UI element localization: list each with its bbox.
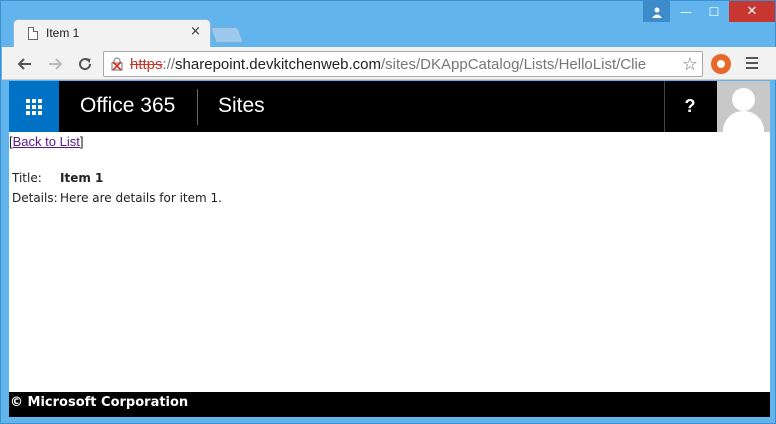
back-button[interactable]: [14, 53, 36, 75]
url-path: /sites/DKAppCatalog/Lists/HelloList/Clie: [381, 56, 647, 73]
forward-button[interactable]: [44, 53, 66, 75]
tab-close-icon[interactable]: ×: [190, 24, 201, 39]
minimize-button[interactable]: —: [673, 1, 699, 22]
detail-row-title: Title: Item 1: [12, 171, 222, 191]
details-label: Details:: [12, 191, 58, 205]
browser-toolbar: https://sharepoint.devkitchenweb.com/sit…: [2, 47, 776, 80]
arrow-left-icon: [17, 58, 31, 70]
reload-icon: [79, 58, 92, 71]
close-window-button[interactable]: ✕: [729, 1, 775, 22]
back-to-list-link[interactable]: Back to List: [13, 134, 80, 149]
brand-title[interactable]: Office 365: [80, 94, 175, 118]
avatar[interactable]: [717, 81, 770, 132]
insecure-lock-icon: [111, 57, 123, 71]
address-bar[interactable]: https://sharepoint.devkitchenweb.com/sit…: [103, 51, 703, 77]
arrow-right-icon: [49, 58, 63, 70]
page-viewport: Office 365 Sites ? [Back to List] Title:…: [9, 81, 770, 417]
user-profile-button[interactable]: [643, 1, 670, 22]
tab-title: Item 1: [46, 26, 80, 40]
new-tab-button[interactable]: [210, 27, 244, 43]
browser-menu-icon[interactable]: [746, 57, 758, 69]
detail-row-details: Details: Here are details for item 1.: [12, 191, 222, 211]
office-suite-bar: Office 365 Sites ?: [9, 81, 770, 132]
browser-tab[interactable]: Item 1 ×: [13, 19, 211, 47]
sites-link[interactable]: Sites: [218, 94, 265, 118]
page-icon: [28, 27, 38, 40]
url-text: https://sharepoint.devkitchenweb.com/sit…: [130, 56, 646, 73]
title-label: Title:: [12, 171, 42, 185]
url-host: sharepoint.devkitchenweb.com: [175, 56, 381, 73]
back-to-list: [Back to List]: [9, 134, 84, 149]
app-launcher-icon[interactable]: [9, 81, 59, 132]
help-button[interactable]: ?: [665, 81, 715, 132]
title-value: Item 1: [60, 171, 104, 185]
item-details: Title: Item 1 Details: Here are details …: [12, 171, 222, 211]
url-separator: ://: [162, 56, 176, 73]
details-value: Here are details for item 1.: [60, 191, 222, 205]
divider: [197, 89, 198, 125]
person-icon: [732, 88, 755, 111]
extension-icon[interactable]: [711, 54, 731, 74]
user-icon: [651, 7, 662, 18]
browser-window: Item 1 × — ☐ ✕ https://sharepoint.devkit…: [0, 0, 776, 424]
reload-button[interactable]: [74, 53, 96, 75]
bookmark-star-icon[interactable]: ☆: [682, 54, 698, 75]
maximize-button[interactable]: ☐: [701, 1, 727, 22]
page-footer: © Microsoft Corporation: [9, 392, 770, 417]
tab-strip: Item 1 × — ☐ ✕: [1, 1, 776, 47]
url-scheme: https: [130, 56, 163, 73]
